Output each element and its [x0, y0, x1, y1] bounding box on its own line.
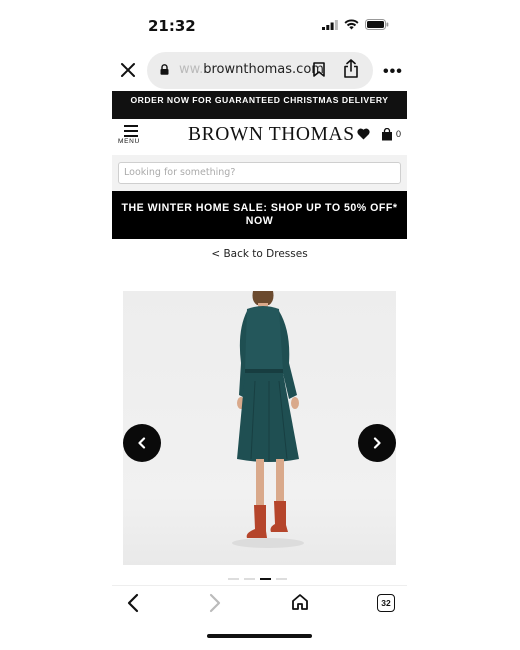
- status-icons: [322, 19, 389, 30]
- bookmark-icon[interactable]: [313, 62, 325, 77]
- carousel-dot[interactable]: [260, 578, 271, 580]
- carousel-dot[interactable]: [228, 578, 239, 580]
- chevron-right-icon: [373, 437, 381, 449]
- previous-image-button[interactable]: [123, 424, 161, 462]
- chevron-left-icon: [138, 437, 146, 449]
- wifi-icon: [344, 19, 359, 30]
- status-time: 21:32: [148, 17, 196, 35]
- tabs-button[interactable]: 32: [377, 594, 395, 612]
- brand-logo[interactable]: BROWN THOMAS: [188, 124, 355, 146]
- carousel-dot[interactable]: [276, 578, 287, 580]
- signal-icon: [322, 19, 338, 30]
- dress-photo: [232, 291, 304, 548]
- bottom-toolbar-divider: [112, 585, 407, 586]
- bag-count: 0: [396, 129, 402, 139]
- heart-icon[interactable]: [357, 128, 370, 140]
- url-prefix: ww.: [179, 62, 204, 77]
- next-image-button[interactable]: [358, 424, 396, 462]
- battery-icon: [365, 19, 389, 30]
- search-input[interactable]: Looking for something?: [118, 162, 401, 184]
- share-icon[interactable]: [343, 59, 359, 78]
- carousel-indicators: [228, 578, 287, 580]
- sale-promo-banner[interactable]: THE WINTER HOME SALE: SHOP UP TO 50% OFF…: [112, 191, 407, 239]
- delivery-promo-banner[interactable]: ORDER NOW FOR GUARANTEED CHRISTMAS DELIV…: [112, 91, 407, 119]
- home-indicator: [207, 634, 312, 638]
- shopping-bag-icon[interactable]: [381, 128, 393, 141]
- product-image[interactable]: [123, 291, 396, 565]
- home-icon[interactable]: [291, 593, 309, 611]
- lock-icon: [160, 64, 169, 75]
- menu-label[interactable]: MENU: [118, 138, 140, 145]
- more-options-icon[interactable]: •••: [383, 63, 403, 81]
- back-to-dresses-link[interactable]: < Back to Dresses: [112, 248, 407, 260]
- forward-arrow-icon[interactable]: [208, 593, 222, 613]
- back-arrow-icon[interactable]: [126, 593, 140, 613]
- close-icon[interactable]: [118, 60, 138, 80]
- url-domain: brownthomas.com: [203, 62, 324, 77]
- carousel-dot[interactable]: [244, 578, 255, 580]
- url-text[interactable]: ww.brownthomas.com: [179, 62, 324, 77]
